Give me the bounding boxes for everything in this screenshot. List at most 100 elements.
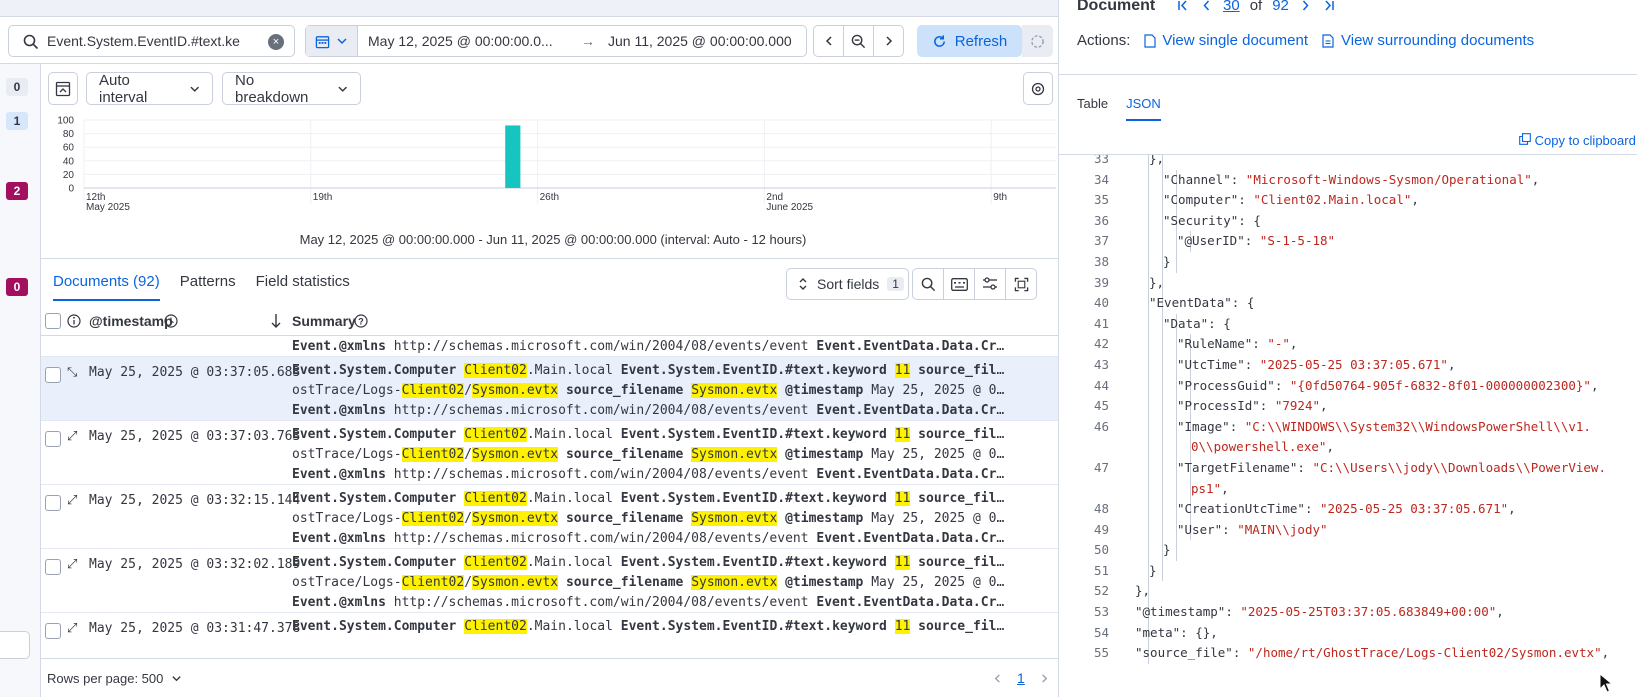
select-all-checkbox[interactable] — [45, 313, 61, 329]
breakdown-select[interactable]: No breakdown — [222, 72, 361, 106]
view-surrounding-documents-link[interactable]: View surrounding documents — [1322, 32, 1534, 49]
expand-row-icon[interactable]: ⤢ — [67, 493, 77, 508]
grid-search-button[interactable] — [912, 268, 944, 300]
json-punctuation: , — [1601, 645, 1610, 661]
date-picker[interactable]: May 12, 2025 @ 00:00:00.0... → Jun 11, 2… — [305, 25, 807, 57]
expand-row-icon[interactable]: ⤢ — [67, 557, 77, 572]
json-key: "@timestamp" — [1135, 604, 1226, 620]
cancel-request-button[interactable] — [1022, 25, 1053, 57]
zoom-out-button[interactable] — [843, 25, 874, 57]
sidebar-toggle-button[interactable] — [0, 631, 30, 659]
mouse-cursor-icon — [1599, 673, 1613, 693]
table-row[interactable]: ⤢ May 25, 2025 @ 03:32:02.189 Event.System… — [41, 549, 1058, 613]
code-content: "Computer": "Client02.Main.local", — [1163, 190, 1419, 211]
clear-search-icon[interactable]: × — [268, 34, 284, 50]
chevron-left-icon[interactable] — [992, 673, 1003, 684]
previous-range-button[interactable] — [813, 25, 844, 57]
zoom-out-icon — [851, 34, 866, 48]
indent-guide — [1148, 231, 1149, 252]
json-string-value: "2025-05-25T03:37:05.683849+00:00" — [1240, 604, 1497, 620]
current-document-number[interactable]: 30 — [1223, 0, 1240, 14]
indent-guide — [1148, 416, 1149, 438]
tab-json[interactable]: JSON — [1126, 96, 1161, 121]
code-content: }, — [1149, 155, 1164, 170]
search-input[interactable]: Event.System.EventID.#text.ke × — [8, 25, 295, 57]
toggle-chart-button[interactable] — [48, 72, 78, 105]
line-number: 39 — [1093, 274, 1109, 290]
json-colon: : — [1225, 604, 1241, 620]
row-timestamp: May 25, 2025 @ 03:31:47.378 — [89, 621, 301, 636]
tab-field-statistics[interactable]: Field statistics — [256, 273, 350, 301]
last-page-icon[interactable] — [1322, 0, 1335, 12]
chevron-left-icon[interactable] — [1200, 0, 1213, 12]
code-line: 55 "source_file": "/home/rt/GhostTrace/Lo… — [1059, 643, 1637, 664]
summary-line: ostTrace/Logs-Client02/Sysmon.evtx sourc… — [292, 447, 1010, 462]
json-colon: : — [1229, 418, 1245, 434]
table-row[interactable]: ⤢ May 25, 2025 @ 03:32:15.144 Event.System… — [41, 485, 1058, 549]
page-number[interactable]: 1 — [1017, 670, 1025, 686]
collapse-row-icon[interactable]: ⤡ — [67, 365, 77, 380]
start-date[interactable]: May 12, 2025 @ 00:00:00.0... — [368, 33, 568, 49]
refresh-button[interactable]: Refresh — [917, 25, 1022, 57]
next-range-button[interactable] — [873, 25, 904, 57]
fullscreen-button[interactable] — [1005, 268, 1037, 300]
copy-to-clipboard-button[interactable]: Copy to clipboard — [1519, 133, 1636, 148]
document-flyout: Document 30 of 92 Actions: View single d… — [1058, 0, 1637, 697]
sort-fields-button[interactable]: Sort fields 1 — [786, 268, 909, 300]
row-checkbox[interactable] — [45, 623, 61, 639]
json-string-value: 0\\powershell.exe" — [1191, 439, 1327, 455]
quick-select-button[interactable] — [306, 26, 358, 56]
search-query-text[interactable]: Event.System.EventID.#text.ke — [47, 33, 240, 49]
refresh-label: Refresh — [954, 32, 1008, 50]
row-checkbox[interactable] — [45, 367, 61, 383]
refresh-icon — [933, 34, 945, 47]
first-page-icon[interactable] — [1177, 0, 1190, 12]
view-single-document-link[interactable]: View single document — [1144, 32, 1308, 49]
tab-patterns[interactable]: Patterns — [180, 273, 236, 301]
summary-column-header[interactable]: Summary — [292, 313, 356, 329]
line-number: 37 — [1093, 233, 1109, 249]
json-punctuation: , — [1531, 171, 1540, 187]
row-checkbox[interactable] — [45, 559, 61, 575]
json-punctuation: , — [1508, 501, 1516, 517]
row-checkbox[interactable] — [45, 495, 61, 511]
code-line: 47 "TargetFilename": "C:\\Users\\jody\\Do… — [1059, 457, 1637, 479]
keyboard-shortcuts-button[interactable] — [943, 268, 975, 300]
row-summary: Event.System.Computer Client02.Main.loca… — [292, 617, 1010, 637]
sort-descending-icon[interactable] — [270, 313, 282, 329]
table-row[interactable]: ⤢ May 25, 2025 @ 03:31:47.378 Event.System… — [41, 613, 1058, 658]
code-content: "RuleName": "-", — [1177, 334, 1297, 355]
line-number: 44 — [1093, 377, 1109, 393]
tab-documents[interactable]: Documents (92) — [53, 273, 160, 301]
histogram-caption: May 12, 2025 @ 00:00:00.000 - Jun 11, 20… — [299, 232, 807, 247]
table-row[interactable]: ⤡ May 25, 2025 @ 03:37:05.683 Event.System… — [41, 357, 1058, 421]
display-options-button[interactable] — [974, 268, 1006, 300]
flyout-divider — [1059, 74, 1637, 75]
row-checkbox[interactable] — [45, 431, 61, 447]
chevron-down-icon — [172, 676, 182, 682]
table-row[interactable]: ⤢May 25, 2025 @ 03:38:00.721Event.System… — [41, 336, 1058, 357]
code-line: 36 "Security": { — [1059, 210, 1637, 232]
line-number: 50 — [1093, 542, 1109, 558]
indent-guide — [1148, 190, 1149, 211]
keyboard-icon — [950, 277, 968, 291]
end-date[interactable]: Jun 11, 2025 @ 00:00:00.000 — [608, 33, 792, 49]
tab-table[interactable]: Table — [1077, 96, 1108, 121]
line-number: 55 — [1093, 645, 1109, 661]
chevron-right-icon[interactable] — [1039, 673, 1050, 684]
indent-guide — [1176, 478, 1177, 500]
code-line: 46 "Image": "C:\\WINDOWS\\System32\\Windo… — [1059, 416, 1637, 438]
table-row[interactable]: ⤢ May 25, 2025 @ 03:37:03.763 Event.System… — [41, 421, 1058, 485]
chevron-right-icon[interactable] — [1299, 0, 1312, 12]
total-documents[interactable]: 92 — [1272, 0, 1289, 14]
interval-select[interactable]: Auto interval — [86, 72, 213, 106]
rows-per-page-select[interactable]: Rows per page: 500 — [47, 671, 182, 686]
json-string-value: "7924" — [1274, 398, 1321, 414]
y-tick-label: 80 — [63, 129, 75, 140]
timestamp-column-header[interactable]: @timestamp — [89, 313, 173, 329]
expand-row-icon[interactable]: ⤢ — [67, 621, 77, 636]
expand-row-icon[interactable]: ⤢ — [67, 429, 77, 444]
code-content: }, — [1135, 581, 1150, 602]
json-punctuation: } — [1163, 542, 1171, 558]
chart-options-button[interactable] — [1023, 72, 1053, 105]
